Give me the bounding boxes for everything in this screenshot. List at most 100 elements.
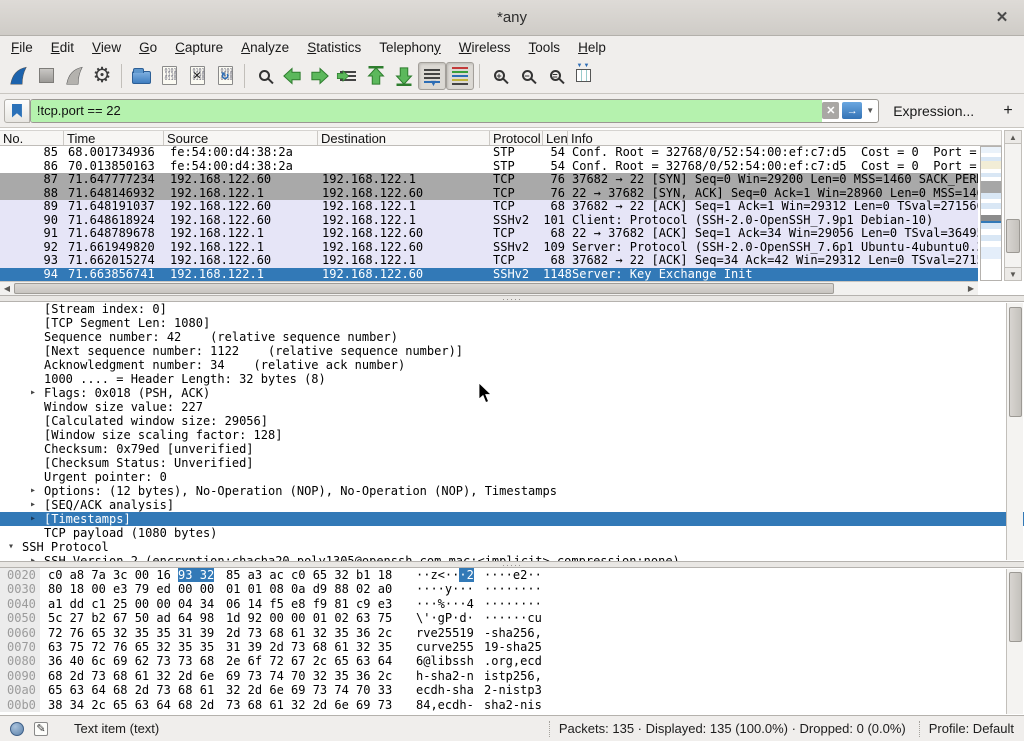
- menu-item-help[interactable]: Help: [569, 38, 615, 57]
- detail-item[interactable]: [TCP Segment Len: 1080]: [0, 316, 1024, 330]
- scroll-right-icon[interactable]: ▶: [964, 282, 978, 295]
- expander-closed-icon[interactable]: ▸: [30, 498, 36, 512]
- pane-splitter[interactable]: ·····: [0, 295, 1024, 302]
- expander-open-icon[interactable]: ▾: [8, 540, 14, 554]
- capture-options-button[interactable]: ⚙: [88, 62, 116, 90]
- hex-row-00a0[interactable]: 00a065 63 64 68 2d 73 68 6132 2d 6e 69 7…: [0, 683, 1024, 697]
- packet-row-85[interactable]: 8568.001734936fe:54:00:d4:38:2aSTP54Conf…: [0, 146, 978, 160]
- detail-item[interactable]: Urgent pointer: 0: [0, 470, 1024, 484]
- menu-item-capture[interactable]: Capture: [166, 38, 232, 57]
- detail-item[interactable]: Acknowledgment number: 34 (relative ack …: [0, 358, 1024, 372]
- packet-list-minimap[interactable]: [980, 146, 1002, 281]
- file-close-button[interactable]: 0101 1110 0110✕: [183, 62, 211, 90]
- detail-item[interactable]: Sequence number: 42 (relative sequence n…: [0, 330, 1024, 344]
- column-header-destination[interactable]: Destination: [318, 131, 490, 145]
- close-window-icon[interactable]: ✕: [992, 8, 1012, 28]
- packet-list-header[interactable]: No.TimeSourceDestinationProtocolLengthIn…: [0, 130, 1002, 146]
- packet-row-93[interactable]: 9371.662015274192.168.122.60192.168.122.…: [0, 254, 978, 268]
- display-filter-input[interactable]: !tcp.port == 22: [31, 100, 822, 122]
- column-header-info[interactable]: Info: [568, 131, 1002, 145]
- detail-item[interactable]: ▸[SEQ/ACK analysis]: [0, 498, 1024, 512]
- scrollbar-thumb[interactable]: [1006, 219, 1020, 253]
- menu-item-tools[interactable]: Tools: [520, 38, 570, 57]
- zoom-reset-button[interactable]: =: [541, 62, 569, 90]
- hex-row-0060[interactable]: 006072 76 65 32 35 35 31 392d 73 68 61 3…: [0, 626, 1024, 640]
- hex-row-00b0[interactable]: 00b038 34 2c 65 63 64 68 2d73 68 61 32 2…: [0, 698, 1024, 712]
- detail-item[interactable]: ▾SSH Protocol: [0, 540, 1024, 554]
- details-vertical-scrollbar[interactable]: [1006, 303, 1023, 560]
- go-back-button[interactable]: [278, 62, 306, 90]
- file-open-button[interactable]: [127, 62, 155, 90]
- expander-closed-icon[interactable]: ▸: [30, 386, 36, 400]
- column-header-protocol[interactable]: Protocol: [490, 131, 543, 145]
- go-first-button[interactable]: [362, 62, 390, 90]
- go-last-button[interactable]: [390, 62, 418, 90]
- detail-item[interactable]: ▸Options: (12 bytes), No-Operation (NOP)…: [0, 484, 1024, 498]
- scrollbar-thumb[interactable]: [14, 283, 834, 294]
- detail-item[interactable]: [Next sequence number: 1122 (relative se…: [0, 344, 1024, 358]
- zoom-out-button[interactable]: −: [513, 62, 541, 90]
- file-save-button[interactable]: 0101 1110 0110: [155, 62, 183, 90]
- expander-closed-icon[interactable]: ▸: [30, 554, 36, 561]
- column-header-time[interactable]: Time: [64, 131, 164, 145]
- bytes-vertical-scrollbar[interactable]: [1006, 569, 1023, 714]
- file-reload-button[interactable]: 0101 1110 0110↻: [211, 62, 239, 90]
- column-header-source[interactable]: Source: [164, 131, 318, 145]
- filter-history-caret-icon[interactable]: ▼: [865, 106, 878, 115]
- auto-scroll-button[interactable]: ▼: [418, 62, 446, 90]
- pane-splitter[interactable]: ·····: [0, 561, 1024, 568]
- capture-comment-icon[interactable]: ✎: [34, 722, 48, 736]
- capture-start-button[interactable]: [4, 62, 32, 90]
- detail-item[interactable]: 1000 .... = Header Length: 32 bytes (8): [0, 372, 1024, 386]
- title-bar[interactable]: *any ✕: [0, 0, 1024, 36]
- hex-row-0080[interactable]: 008036 40 6c 69 62 73 73 682e 6f 72 67 2…: [0, 654, 1024, 668]
- detail-item[interactable]: Checksum: 0x79ed [unverified]: [0, 442, 1024, 456]
- filter-clear-icon[interactable]: ✕: [822, 102, 839, 119]
- menu-item-file[interactable]: File: [2, 38, 42, 57]
- menu-item-telephony[interactable]: Telephony: [370, 38, 450, 57]
- detail-item[interactable]: [Checksum Status: Unverified]: [0, 456, 1024, 470]
- status-profile[interactable]: Profile: Default: [929, 721, 1014, 736]
- expression-button[interactable]: Expression...: [893, 103, 974, 119]
- expander-closed-icon[interactable]: ▸: [30, 512, 36, 526]
- packet-row-94[interactable]: 9471.663856741192.168.122.1192.168.122.6…: [0, 268, 978, 282]
- menu-item-wireless[interactable]: Wireless: [450, 38, 520, 57]
- hex-row-0030[interactable]: 003080 18 00 e3 79 ed 00 0001 01 08 0a d…: [0, 582, 1024, 596]
- detail-item[interactable]: [Window size scaling factor: 128]: [0, 428, 1024, 442]
- packet-row-88[interactable]: 8871.648146932192.168.122.1192.168.122.6…: [0, 187, 978, 201]
- add-filter-button[interactable]: +: [996, 102, 1020, 120]
- hex-row-0070[interactable]: 007063 75 72 76 65 32 35 3531 39 2d 73 6…: [0, 640, 1024, 654]
- column-header-length[interactable]: Length: [543, 131, 568, 145]
- menu-item-edit[interactable]: Edit: [42, 38, 83, 57]
- filter-apply-icon[interactable]: →: [842, 102, 862, 119]
- hex-row-0040[interactable]: 0040a1 dd c1 25 00 00 04 3406 14 f5 e8 f…: [0, 597, 1024, 611]
- hex-row-0020[interactable]: 0020c0 a8 7a 3c 00 16 93 3285 a3 ac c0 6…: [0, 568, 1024, 582]
- display-filter-field[interactable]: !tcp.port == 22 ✕ → ▼: [30, 99, 879, 123]
- packet-list-horizontal-scrollbar[interactable]: ◀ ▶: [0, 281, 978, 295]
- packet-row-87[interactable]: 8771.647777234192.168.122.60192.168.122.…: [0, 173, 978, 187]
- expander-closed-icon[interactable]: ▸: [30, 484, 36, 498]
- resize-columns-button[interactable]: ▼▼: [569, 62, 597, 90]
- detail-item[interactable]: TCP payload (1080 bytes): [0, 526, 1024, 540]
- expert-info-icon[interactable]: [10, 722, 24, 736]
- detail-item[interactable]: ▸Flags: 0x018 (PSH, ACK): [0, 386, 1024, 400]
- filter-bookmark-button[interactable]: [4, 99, 30, 123]
- hex-row-0050[interactable]: 00505c 27 b2 67 50 ad 64 981d 92 00 00 0…: [0, 611, 1024, 625]
- scroll-down-icon[interactable]: ▼: [1005, 267, 1021, 280]
- packet-row-90[interactable]: 9071.648618924192.168.122.60192.168.122.…: [0, 214, 978, 228]
- menu-item-analyze[interactable]: Analyze: [232, 38, 298, 57]
- scroll-up-icon[interactable]: ▲: [1005, 131, 1021, 144]
- packet-row-92[interactable]: 9271.661949820192.168.122.1192.168.122.6…: [0, 241, 978, 255]
- scroll-left-icon[interactable]: ◀: [0, 282, 14, 295]
- packet-row-91[interactable]: 9171.648789678192.168.122.1192.168.122.6…: [0, 227, 978, 241]
- column-header-no[interactable]: No.: [0, 131, 64, 145]
- packet-row-86[interactable]: 8670.013850163fe:54:00:d4:38:2aSTP54Conf…: [0, 160, 978, 174]
- menu-item-statistics[interactable]: Statistics: [298, 38, 370, 57]
- go-forward-button[interactable]: [306, 62, 334, 90]
- packet-list-vertical-scrollbar[interactable]: ▲ ▼: [1004, 130, 1022, 281]
- menu-item-view[interactable]: View: [83, 38, 130, 57]
- detail-item[interactable]: ▸[Timestamps]: [0, 512, 1024, 526]
- packet-row-89[interactable]: 8971.648191037192.168.122.60192.168.122.…: [0, 200, 978, 214]
- scrollbar-thumb[interactable]: [1009, 572, 1022, 642]
- detail-item[interactable]: [Calculated window size: 29056]: [0, 414, 1024, 428]
